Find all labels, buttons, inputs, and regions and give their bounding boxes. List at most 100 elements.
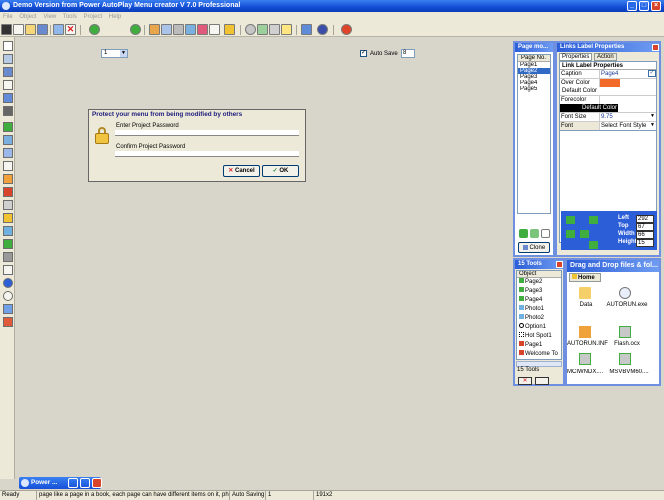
clock-tool-icon[interactable] xyxy=(3,291,13,301)
resize-icon[interactable] xyxy=(580,230,589,238)
folder-icon[interactable] xyxy=(579,287,591,299)
pages-list[interactable]: Page No. Page1 Page2 Page3 Page4 Page5 xyxy=(517,54,551,214)
slash-tool-icon[interactable] xyxy=(3,265,13,275)
page-select[interactable]: 1 ▼ xyxy=(101,49,128,58)
frame-tool-icon[interactable] xyxy=(3,106,13,116)
chevron-down-icon[interactable]: ▼ xyxy=(650,122,655,128)
add-page-icon[interactable] xyxy=(89,24,100,35)
next-page-icon[interactable] xyxy=(130,24,141,35)
object-properties-icon[interactable] xyxy=(535,377,549,385)
open-file-icon[interactable] xyxy=(25,24,36,35)
file-label[interactable]: Flash.ocx xyxy=(607,341,647,347)
multimedia-tool-icon[interactable] xyxy=(3,174,13,184)
maximize-icon[interactable] xyxy=(80,478,90,488)
button-tool-icon[interactable] xyxy=(3,67,13,77)
moon-icon[interactable] xyxy=(317,24,328,35)
inf-file-icon[interactable] xyxy=(579,326,591,338)
photo-tool-icon[interactable] xyxy=(3,213,13,223)
link-icon[interactable] xyxy=(185,24,196,35)
barcode-tool-icon[interactable] xyxy=(3,252,13,262)
globe-tool-icon[interactable] xyxy=(3,122,13,132)
circle-tool-icon[interactable] xyxy=(3,278,13,288)
close-button[interactable]: × xyxy=(651,1,661,11)
image-tool-icon-2[interactable] xyxy=(3,135,13,145)
caption-value[interactable]: Page4 xyxy=(600,70,648,78)
print-icon[interactable] xyxy=(173,24,184,35)
cd-icon[interactable] xyxy=(619,287,631,299)
menu-tools[interactable]: Tools xyxy=(63,14,77,20)
chevron-down-icon[interactable]: ▼ xyxy=(120,50,127,57)
lab-tool-icon[interactable] xyxy=(3,161,13,171)
clone-button[interactable]: Clone xyxy=(518,242,550,253)
restore-icon[interactable] xyxy=(68,478,78,488)
hotspot-tool-icon[interactable] xyxy=(3,148,13,158)
width-input[interactable]: 66 xyxy=(636,231,654,239)
ocx-file-icon[interactable] xyxy=(619,353,631,365)
list-item[interactable]: Photo2 xyxy=(517,314,561,323)
link-tool-icon[interactable] xyxy=(3,80,13,90)
autosave-interval-input[interactable]: 8 xyxy=(401,49,415,58)
preview-icon[interactable] xyxy=(53,24,64,35)
list-item[interactable]: Page4 xyxy=(517,296,561,305)
stop-icon[interactable] xyxy=(341,24,352,35)
chart-tool-icon[interactable] xyxy=(3,187,13,197)
list-item[interactable]: Hot Spot1 xyxy=(517,332,561,341)
font-style-value[interactable]: Select Font Style xyxy=(600,122,650,130)
menu-object[interactable]: Object xyxy=(19,14,36,20)
text-tool-icon[interactable] xyxy=(3,93,13,103)
confirm-password-input[interactable] xyxy=(115,151,299,157)
list-item[interactable]: Welcome To xyxy=(517,350,561,359)
list-item[interactable]: Page3 xyxy=(517,287,561,296)
arrow-right-icon[interactable] xyxy=(589,216,598,224)
file-label[interactable]: Data xyxy=(571,302,601,308)
window-tool-icon[interactable] xyxy=(3,304,13,314)
settings-icon[interactable] xyxy=(245,24,256,35)
autosave-checkbox[interactable]: ✓ xyxy=(360,50,367,57)
chevron-down-icon[interactable]: ▼ xyxy=(650,113,655,119)
page-settings-icon[interactable] xyxy=(541,229,550,238)
delete-object-icon[interactable]: ✕ xyxy=(518,377,532,385)
menu-help[interactable]: Help xyxy=(109,14,121,20)
height-input[interactable]: 15 xyxy=(636,239,654,247)
over-color-swatch[interactable] xyxy=(600,79,620,87)
close-icon[interactable] xyxy=(92,478,102,488)
scene-tool-icon[interactable] xyxy=(3,239,13,249)
grid-icon[interactable] xyxy=(161,24,172,35)
list-item[interactable]: Option1 xyxy=(517,323,561,332)
enter-password-input[interactable] xyxy=(115,130,299,136)
save-icon[interactable] xyxy=(37,24,48,35)
list-tool-icon[interactable] xyxy=(3,200,13,210)
checkbox-icon[interactable]: ✓ xyxy=(648,70,656,77)
list-item[interactable]: Page1 xyxy=(517,341,561,350)
delete-icon[interactable]: ✕ xyxy=(65,24,76,35)
pointer-tool-icon[interactable] xyxy=(3,41,13,51)
new-file-icon[interactable] xyxy=(13,24,24,35)
ok-button[interactable]: ✓ OK xyxy=(262,165,299,177)
file-label[interactable]: MSVBVM60.... xyxy=(605,369,653,375)
font-size-value[interactable]: 9.75 xyxy=(600,113,650,121)
file-label[interactable]: AUTORUN.INF xyxy=(567,341,608,347)
minimize-button[interactable]: _ xyxy=(627,1,637,11)
exit-icon[interactable] xyxy=(1,24,12,35)
ocx-file-icon[interactable] xyxy=(579,353,591,365)
top-input[interactable]: 67 xyxy=(636,223,654,231)
menu-project[interactable]: Project xyxy=(84,14,103,20)
ocx-file-icon[interactable] xyxy=(619,326,631,338)
list-item[interactable]: Page5 xyxy=(518,86,550,92)
arrow-up-icon[interactable] xyxy=(566,216,575,224)
arrow-down-icon[interactable] xyxy=(589,241,598,249)
tab-home[interactable]: Home xyxy=(569,273,601,282)
layout-icon[interactable] xyxy=(257,24,268,35)
over-color-value[interactable]: Default Color xyxy=(560,87,598,95)
left-input[interactable]: 292 xyxy=(636,215,654,223)
popup-tool-icon[interactable] xyxy=(3,317,13,327)
file-label[interactable]: AUTORUN.exe xyxy=(603,302,651,308)
gear-icon[interactable] xyxy=(269,24,280,35)
remove-page-icon[interactable] xyxy=(530,229,539,238)
shape-icon[interactable] xyxy=(301,24,312,35)
picture-tool-icon[interactable] xyxy=(3,226,13,236)
list-item[interactable]: Page2 xyxy=(517,278,561,287)
sun-icon[interactable] xyxy=(281,24,292,35)
label-tool-icon[interactable] xyxy=(3,54,13,64)
forecolor-value[interactable]: Default Color xyxy=(560,104,618,112)
